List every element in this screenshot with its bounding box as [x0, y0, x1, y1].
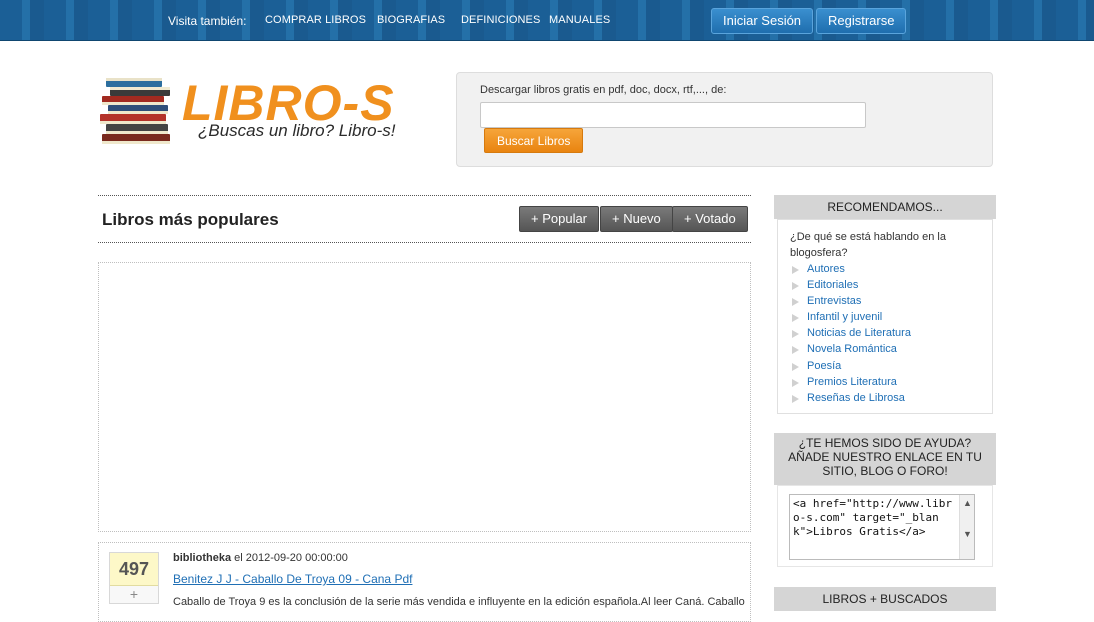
top-bar: Visita también: COMPRAR LIBROS BIOGRAFIA… [0, 0, 1094, 41]
search-button[interactable]: Buscar Libros [484, 128, 584, 153]
recommend-link-editoriales[interactable]: Editoriales [792, 277, 911, 293]
recommend-link-infantil[interactable]: Infantil y juvenil [792, 309, 911, 325]
item-description: Caballo de Troya 9 es la conclusión de l… [173, 596, 745, 608]
visit-label: Visita también: [168, 14, 247, 28]
divider-bottom [98, 242, 751, 243]
link-code-textarea[interactable]: <a href="http://www.libro-s.com" target=… [789, 494, 975, 560]
item-date: 2012-09-20 00:00:00 [245, 552, 348, 564]
search-input[interactable] [480, 102, 866, 128]
recommend-link-entrevistas[interactable]: Entrevistas [792, 293, 911, 309]
scroll-up-icon[interactable]: ▲ [963, 498, 972, 508]
arrow-icon [792, 330, 799, 339]
logo-tagline: ¿Buscas un libro? Libro-s! [198, 121, 396, 140]
arrow-icon [792, 394, 799, 403]
most-searched-heading: LIBROS + BUSCADOS [774, 587, 996, 611]
register-button[interactable]: Registrarse [816, 8, 907, 34]
nav-link-manuales[interactable]: MANUALES [549, 14, 610, 26]
nav-link-comprar-libros[interactable]: COMPRAR LIBROS [265, 14, 366, 26]
search-panel: Descargar libros gratis en pdf, doc, doc… [456, 72, 993, 167]
arrow-icon [792, 298, 799, 307]
arrow-icon [792, 282, 799, 291]
item-date-prefix: el [234, 552, 243, 564]
login-button[interactable]: Iniciar Sesión [711, 8, 814, 34]
link-us-heading: ¿TE HEMOS SIDO DE AYUDA? AÑADE NUESTRO E… [774, 433, 996, 485]
item-user[interactable]: bibliotheka [173, 552, 231, 564]
nav-link-definiciones[interactable]: DEFINICIONES [461, 14, 540, 26]
item-meta: bibliotheka el 2012-09-20 00:00:00 [173, 552, 348, 564]
recommend-link-poesia[interactable]: Poesía [792, 358, 911, 374]
list-item: 497 + bibliotheka el 2012-09-20 00:00:00… [98, 542, 751, 622]
recommend-link-resenas[interactable]: Reseñas de Librosa [792, 390, 911, 406]
books-stack-icon [100, 78, 170, 144]
scroll-down-icon[interactable]: ▼ [963, 529, 972, 539]
item-title-link[interactable]: Benitez J J - Caballo De Troya 09 - Cana… [173, 572, 412, 586]
tab-nuevo[interactable]: + Nuevo [600, 206, 673, 232]
arrow-icon [792, 314, 799, 323]
nav-link-biografias[interactable]: BIOGRAFIAS [377, 14, 445, 26]
recommend-link-noticias[interactable]: Noticias de Literatura [792, 325, 911, 341]
recommend-link-premios[interactable]: Premios Literatura [792, 374, 911, 390]
recommend-box: ¿De qué se está hablando en la blogosfer… [777, 219, 993, 414]
recommend-heading: RECOMENDAMOS... [774, 195, 996, 219]
vote-plus-button[interactable]: + [110, 586, 158, 603]
textarea-scrollbar[interactable]: ▲ ▼ [959, 495, 974, 559]
arrow-icon [792, 266, 799, 274]
tab-popular[interactable]: + Popular [519, 206, 600, 232]
arrow-icon [792, 346, 799, 355]
vote-widget: 497 + [109, 552, 159, 604]
ad-placeholder [98, 262, 751, 532]
recommend-link-autores[interactable]: Autores [792, 261, 911, 277]
recommend-intro: ¿De qué se está hablando en la blogosfer… [790, 231, 946, 259]
search-label: Descargar libros gratis en pdf, doc, doc… [480, 84, 727, 96]
vote-count: 497 [110, 553, 158, 586]
divider-top [98, 195, 751, 196]
recommend-list: Autores Editoriales Entrevistas Infantil… [792, 261, 911, 406]
recommend-link-novela[interactable]: Novela Romántica [792, 341, 911, 357]
site-logo[interactable]: LIBRO-S ¿Buscas un libro? Libro-s! [100, 75, 425, 148]
arrow-icon [792, 362, 799, 371]
section-title: Libros más populares [102, 210, 279, 229]
tab-votado[interactable]: + Votado [672, 206, 748, 232]
arrow-icon [792, 378, 799, 387]
